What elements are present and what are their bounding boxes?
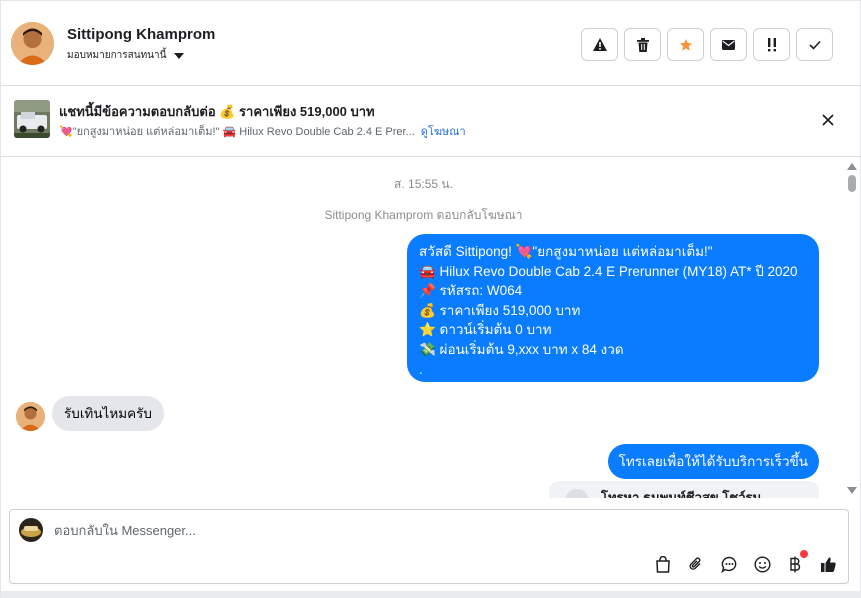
message-line: 💰 ราคาเพียง 519,000 บาท [419,302,581,318]
composer-toolbar [653,550,838,574]
assign-conversation-dropdown[interactable]: มอบหมายการสนทนานี้ [67,48,185,63]
call-button-card[interactable]: โทรหา ธนพนท์ชีวสุข โชว์รูม [549,481,819,498]
close-icon [822,114,834,126]
follow-up-icon [767,37,776,51]
scroll-down-arrow-icon[interactable] [847,487,857,494]
contact-avatar [16,402,45,431]
paperclip-icon[interactable] [686,554,706,574]
star-button[interactable] [667,28,704,61]
trash-icon [636,37,649,52]
ad-subtitle: 💘"ยกสูงมาหน่อย แต่หล่อมาเต็ม!" 🚘 Hilux R… [59,126,415,138]
message-line: ⭐ ดาวน์เริ่มต้น 0 บาท [419,322,552,338]
outgoing-message-bubble[interactable]: สวัสดี Sittipong! 💘"ยกสูงมาหน่อย แต่หล่อ… [407,234,819,382]
chat-bubble-icon[interactable] [719,554,739,574]
thread-actions [581,28,833,61]
card-label: โทรหา ธนพนท์ชีวสุข โชว์รูม [601,490,762,498]
chevron-down-icon [174,52,185,59]
outgoing-message-bubble[interactable]: โทรเลยเพื่อให้ได้รับบริการเร็วขึ้น [607,444,819,479]
messenger-inbox-thread: Sittipong Khamprom มอบหมายการสนทนานี้ แช… [0,0,861,598]
message-timestamp: ส. 15:55 น. [394,177,453,191]
ad-title: แชทนี้มีข้อความตอบกลับต่อ 💰 ราคาเพียง 51… [59,104,375,119]
delete-button[interactable] [624,28,661,61]
message-line: 💸 ผ่อนเริ่มต้น 9,xxx บาท x 84 งวด [419,341,624,357]
ad-thumbnail[interactable] [14,100,50,138]
star-icon [679,38,692,51]
replied-to-ad-note: Sittipong Khamprom ตอบกลับโฆษณา [324,208,523,222]
thread-header: Sittipong Khamprom มอบหมายการสนทนานี้ [1,0,861,86]
follow-up-button[interactable] [753,28,790,61]
warning-icon [592,38,607,51]
message-line: 📌 รหัสรถ: W064 [419,283,523,299]
contact-name: Sittipong Khamprom [67,26,216,43]
reply-input[interactable] [54,523,754,538]
spam-button[interactable] [581,28,618,61]
message-line: 🚘 Hilux Revo Double Cab 2.4 E Prerunner … [419,263,798,279]
thumbs-up-icon[interactable] [818,554,838,574]
assign-label: มอบหมายการสนทนานี้ [67,50,167,61]
mark-done-button[interactable] [796,28,833,61]
message-line: . [419,361,423,377]
scroll-up-arrow-icon[interactable] [847,163,857,170]
check-icon [808,40,821,50]
incoming-message-bubble[interactable]: รับเทินไหมครับ [52,396,165,431]
message-line: สวัสดี Sittipong! 💘"ยกสูงมาหน่อย แต่หล่อ… [419,244,713,259]
mail-icon [722,39,735,50]
ad-context-banner: แชทนี้มีข้อความตอบกลับต่อ 💰 ราคาเพียง 51… [1,86,861,157]
avatar[interactable] [11,22,54,65]
scrollbar[interactable] [846,157,860,498]
page-avatar [19,518,43,542]
baht-icon[interactable] [785,550,808,574]
reply-composer [9,509,849,584]
emoji-icon[interactable] [752,554,772,574]
mark-unread-button[interactable] [710,28,747,61]
close-banner-button[interactable] [820,112,836,128]
ad-subtitle-row: 💘"ยกสูงมาหน่อย แต่หล่อมาเต็ม!" 🚘 Hilux R… [59,122,466,140]
view-ad-link[interactable]: ดูโฆษณา [421,122,466,140]
bottom-divider [1,591,861,598]
phone-icon [565,489,589,498]
message-list[interactable]: ส. 15:55 น. Sittipong Khamprom ตอบกลับโฆ… [1,157,846,498]
notification-badge [800,550,808,558]
bag-icon[interactable] [653,554,673,574]
scrollbar-thumb[interactable] [848,175,856,192]
